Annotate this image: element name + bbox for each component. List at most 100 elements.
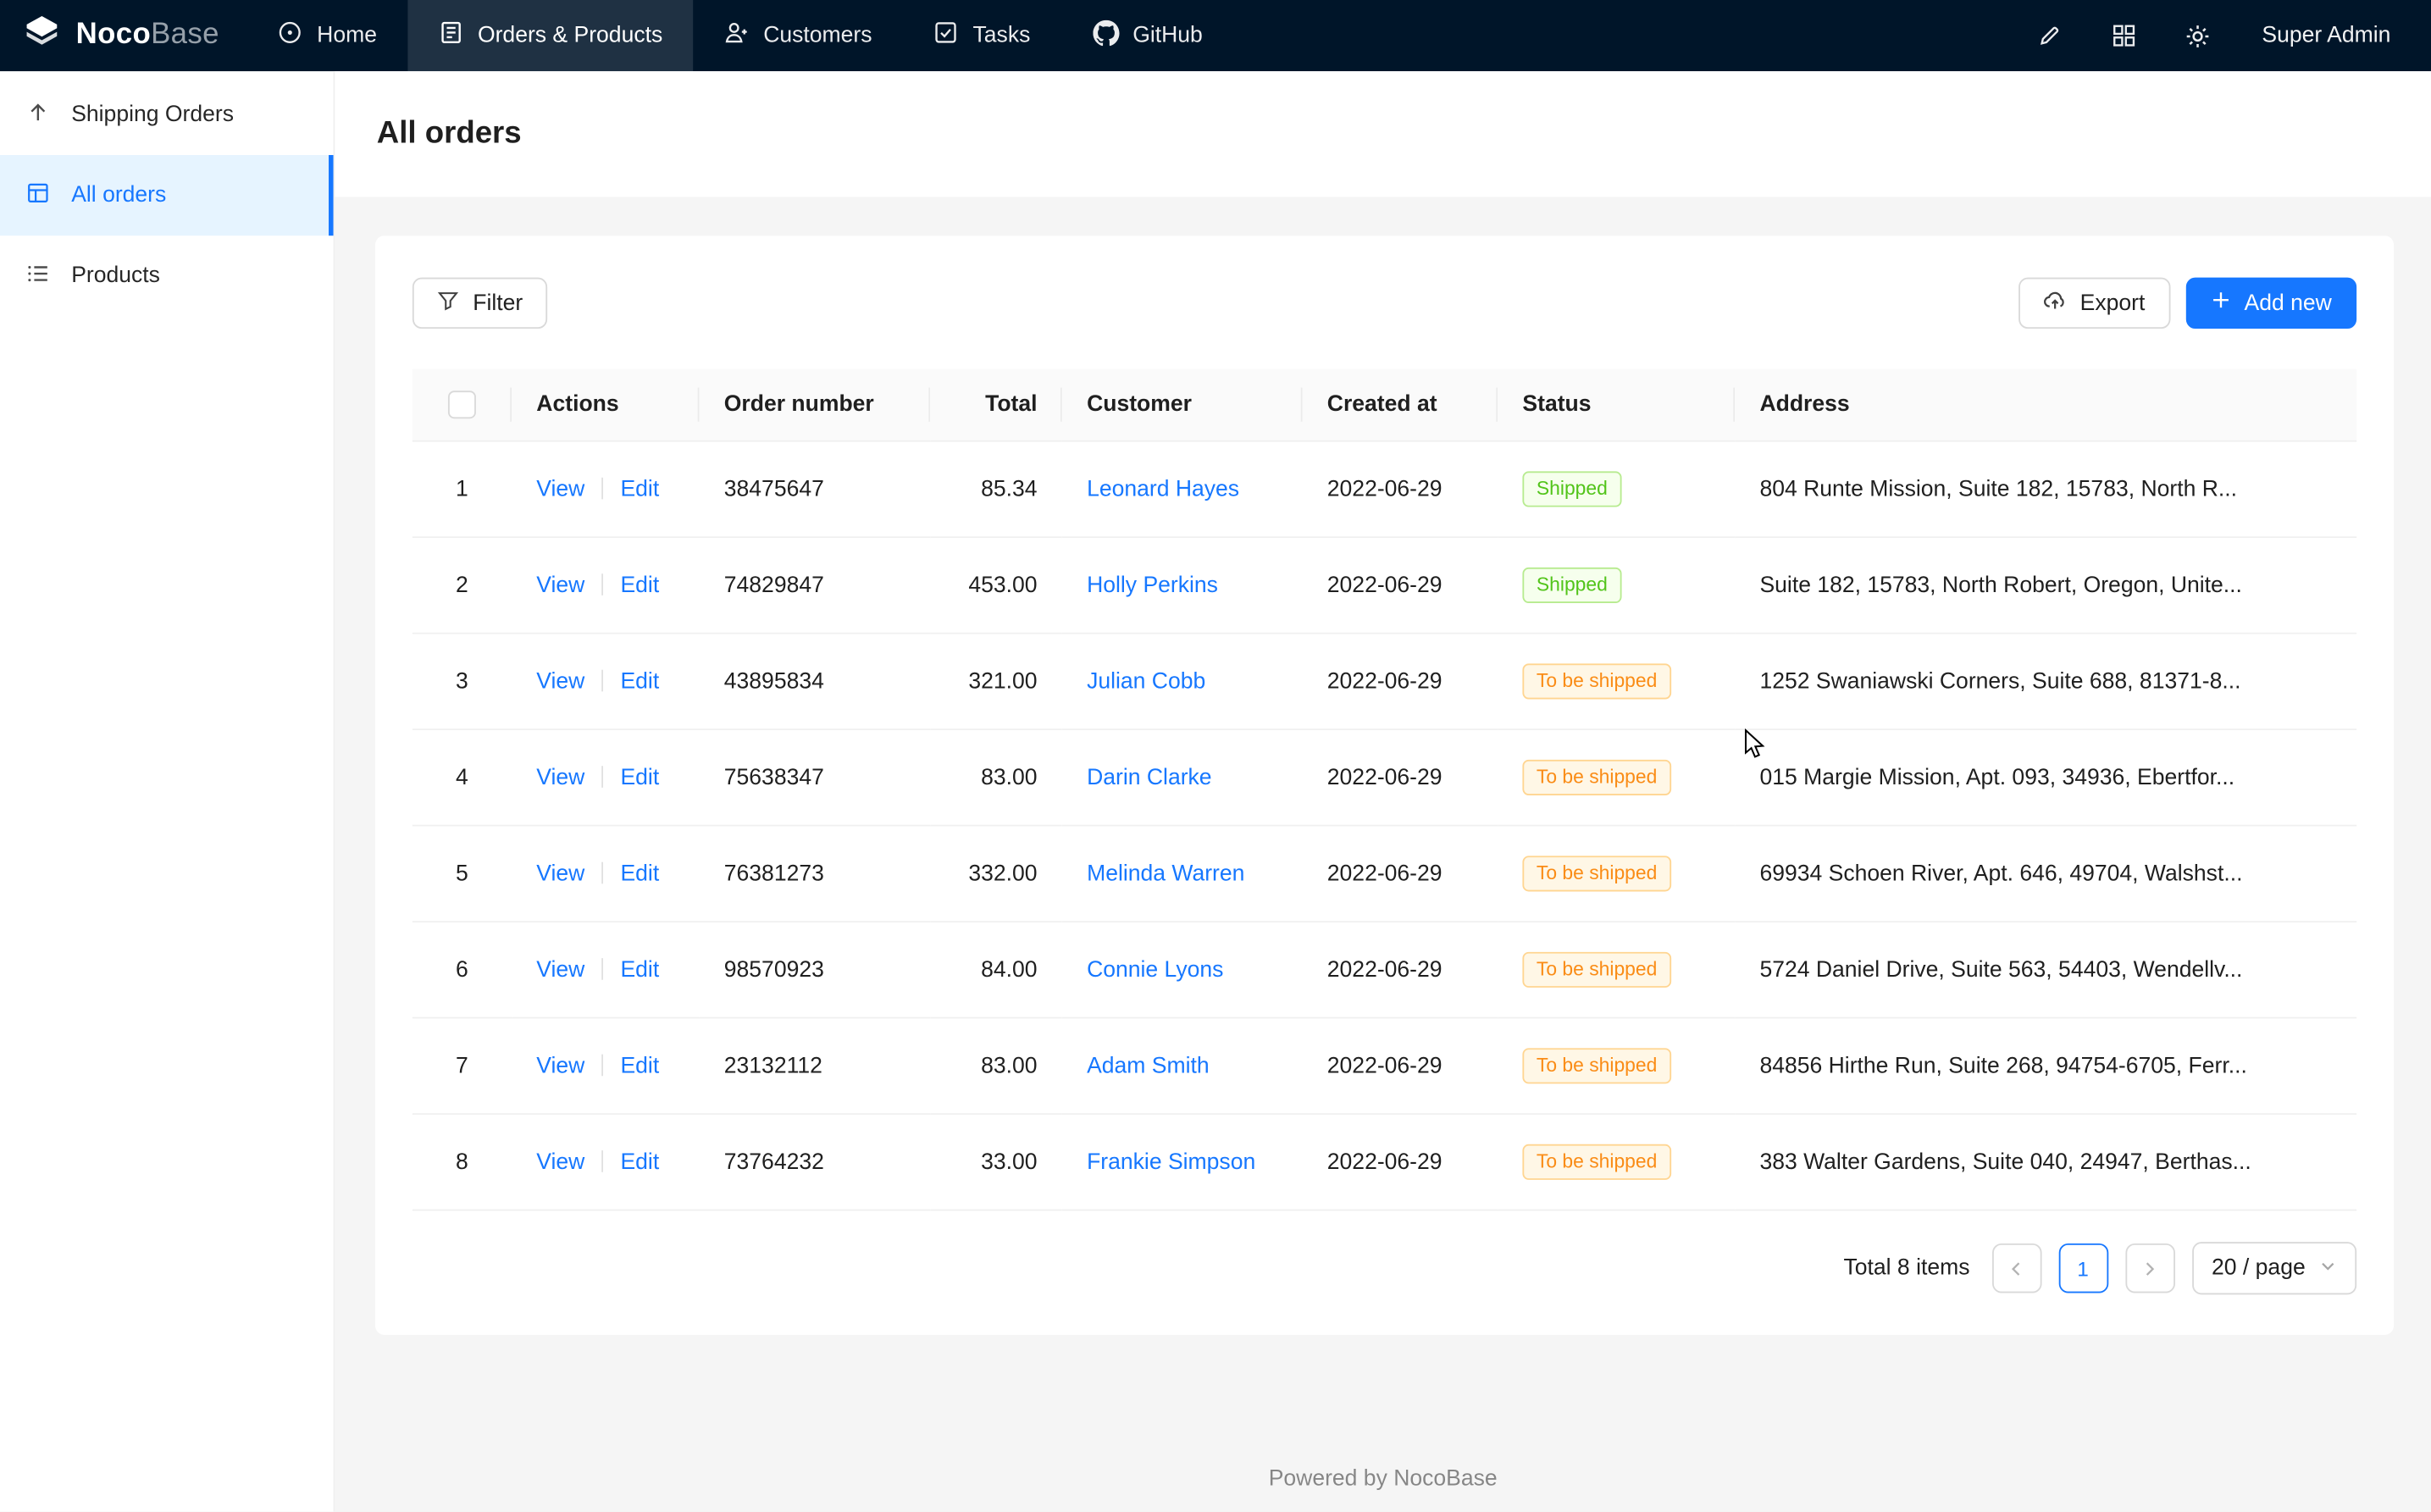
arrow-up-icon bbox=[26, 100, 49, 130]
view-link[interactable]: View bbox=[536, 669, 584, 694]
view-link[interactable]: View bbox=[536, 765, 584, 789]
edit-link[interactable]: Edit bbox=[620, 1149, 659, 1174]
row-actions-cell: View Edit bbox=[512, 442, 699, 538]
top-nav-menu: Home Orders & Products bbox=[247, 0, 1234, 71]
status-badge: To be shipped bbox=[1522, 663, 1670, 699]
nocobase-brand[interactable]: NocoBase bbox=[0, 12, 247, 60]
pagination-page-1[interactable]: 1 bbox=[2058, 1243, 2108, 1293]
created-at-value: 2022-06-29 bbox=[1327, 957, 1443, 982]
chevron-down-icon bbox=[2319, 1256, 2336, 1281]
customer-link[interactable]: Melinda Warren bbox=[1087, 861, 1244, 886]
current-user[interactable]: Super Admin bbox=[2262, 23, 2390, 47]
column-header-address: Address bbox=[1735, 369, 2356, 442]
row-actions-cell: View Edit bbox=[512, 922, 699, 1018]
edit-link[interactable]: Edit bbox=[620, 669, 659, 694]
nav-label: Home bbox=[317, 23, 377, 47]
sidebar-item-label: All orders bbox=[71, 183, 166, 208]
total-value: 453.00 bbox=[968, 573, 1037, 597]
column-header-customer: Customer bbox=[1062, 369, 1303, 442]
row-actions-cell: View Edit bbox=[512, 538, 699, 634]
customer-link[interactable]: Connie Lyons bbox=[1087, 957, 1223, 982]
settings-gear-icon[interactable] bbox=[2172, 9, 2224, 62]
nav-item-home[interactable]: Home bbox=[247, 0, 408, 71]
customer-link[interactable]: Leonard Hayes bbox=[1087, 477, 1239, 501]
filter-button[interactable]: Filter bbox=[413, 278, 548, 329]
nav-item-github[interactable]: GitHub bbox=[1061, 0, 1233, 71]
powered-by-footer: Powered by NocoBase bbox=[335, 1445, 2431, 1512]
page-title: All orders bbox=[377, 116, 522, 152]
total-value: 83.00 bbox=[981, 765, 1037, 789]
address-value: 69934 Schoen River, Apt. 646, 49704, Wal… bbox=[1759, 861, 2242, 886]
created-at-cell: 2022-06-29 bbox=[1302, 1115, 1498, 1210]
created-at-value: 2022-06-29 bbox=[1327, 669, 1443, 694]
edit-link[interactable]: Edit bbox=[620, 765, 659, 789]
row-index-cell: 8 bbox=[413, 1115, 512, 1210]
nav-item-customers[interactable]: Customers bbox=[694, 0, 903, 71]
order-number-cell: 38475647 bbox=[699, 442, 930, 538]
plugins-grid-icon[interactable] bbox=[2097, 9, 2150, 62]
page-size-select[interactable]: 20 / page bbox=[2191, 1242, 2356, 1294]
action-divider bbox=[601, 669, 603, 691]
customer-cell: Melinda Warren bbox=[1062, 827, 1303, 922]
customer-link[interactable]: Darin Clarke bbox=[1087, 765, 1212, 789]
order-number-cell: 23132112 bbox=[699, 1019, 930, 1115]
customer-link[interactable]: Frankie Simpson bbox=[1087, 1149, 1255, 1174]
status-cell: Shipped bbox=[1498, 442, 1735, 538]
created-at-value: 2022-06-29 bbox=[1327, 1054, 1443, 1078]
view-link[interactable]: View bbox=[536, 957, 584, 982]
nocobase-logo-icon bbox=[22, 12, 63, 60]
nav-label: Orders & Products bbox=[478, 23, 662, 47]
status-badge: To be shipped bbox=[1522, 1144, 1670, 1180]
view-link[interactable]: View bbox=[536, 477, 584, 501]
total-value: 33.00 bbox=[981, 1149, 1037, 1174]
view-link[interactable]: View bbox=[536, 1149, 584, 1174]
edit-link[interactable]: Edit bbox=[620, 1054, 659, 1078]
pagination-prev-button[interactable] bbox=[1991, 1243, 2041, 1293]
nav-item-orders-products[interactable]: Orders & Products bbox=[408, 0, 694, 71]
view-link[interactable]: View bbox=[536, 1054, 584, 1078]
status-badge: To be shipped bbox=[1522, 856, 1670, 891]
pagination-next-button[interactable] bbox=[2125, 1243, 2175, 1293]
topbar-actions: Super Admin bbox=[2024, 9, 2431, 62]
column-header-status: Status bbox=[1498, 369, 1735, 442]
view-link[interactable]: View bbox=[536, 861, 584, 886]
edit-link[interactable]: Edit bbox=[620, 861, 659, 886]
total-cell: 84.00 bbox=[930, 922, 1062, 1018]
sidebar-item-all-orders[interactable]: All orders bbox=[0, 155, 334, 235]
export-button[interactable]: Export bbox=[2018, 278, 2169, 329]
row-index-cell: 3 bbox=[413, 634, 512, 730]
edit-link[interactable]: Edit bbox=[620, 957, 659, 982]
sidebar-item-shipping-orders[interactable]: Shipping Orders bbox=[0, 75, 334, 155]
edit-link[interactable]: Edit bbox=[620, 573, 659, 597]
status-badge: To be shipped bbox=[1522, 1048, 1670, 1083]
ui-editor-icon[interactable] bbox=[2024, 9, 2076, 62]
address-cell: 84856 Hirthe Run, Suite 268, 94754-6705,… bbox=[1735, 1019, 2356, 1115]
column-header-total: Total bbox=[930, 369, 1062, 442]
customer-link[interactable]: Julian Cobb bbox=[1087, 669, 1205, 694]
total-cell: 332.00 bbox=[930, 827, 1062, 922]
row-index-cell: 7 bbox=[413, 1019, 512, 1115]
address-value: 804 Runte Mission, Suite 182, 15783, Nor… bbox=[1759, 477, 2237, 501]
customer-link[interactable]: Adam Smith bbox=[1087, 1054, 1210, 1078]
select-all-checkbox[interactable] bbox=[448, 390, 476, 418]
created-at-cell: 2022-06-29 bbox=[1302, 634, 1498, 730]
sidebar-item-products[interactable]: Products bbox=[0, 235, 334, 316]
total-cell: 321.00 bbox=[930, 634, 1062, 730]
view-link[interactable]: View bbox=[536, 573, 584, 597]
order-number-cell: 74829847 bbox=[699, 538, 930, 634]
nav-item-tasks[interactable]: Tasks bbox=[903, 0, 1061, 71]
add-new-button[interactable]: Add new bbox=[2185, 278, 2356, 329]
filter-button-label: Filter bbox=[473, 291, 523, 315]
order-number-cell: 76381273 bbox=[699, 827, 930, 922]
row-index-cell: 2 bbox=[413, 538, 512, 634]
customer-link[interactable]: Holly Perkins bbox=[1087, 573, 1218, 597]
row-actions-cell: View Edit bbox=[512, 1115, 699, 1210]
row-index: 8 bbox=[456, 1149, 468, 1174]
table-row: 6 ViewEdit 98570923 84.00 Connie Lyons 2… bbox=[413, 922, 2356, 1018]
sidebar: Shipping Orders All orders bbox=[0, 71, 335, 1511]
edit-link[interactable]: Edit bbox=[620, 477, 659, 501]
order-number: 73764232 bbox=[724, 1149, 824, 1174]
order-number: 23132112 bbox=[724, 1054, 822, 1078]
address-value: 383 Walter Gardens, Suite 040, 24947, Be… bbox=[1759, 1149, 2251, 1174]
created-at-cell: 2022-06-29 bbox=[1302, 922, 1498, 1018]
